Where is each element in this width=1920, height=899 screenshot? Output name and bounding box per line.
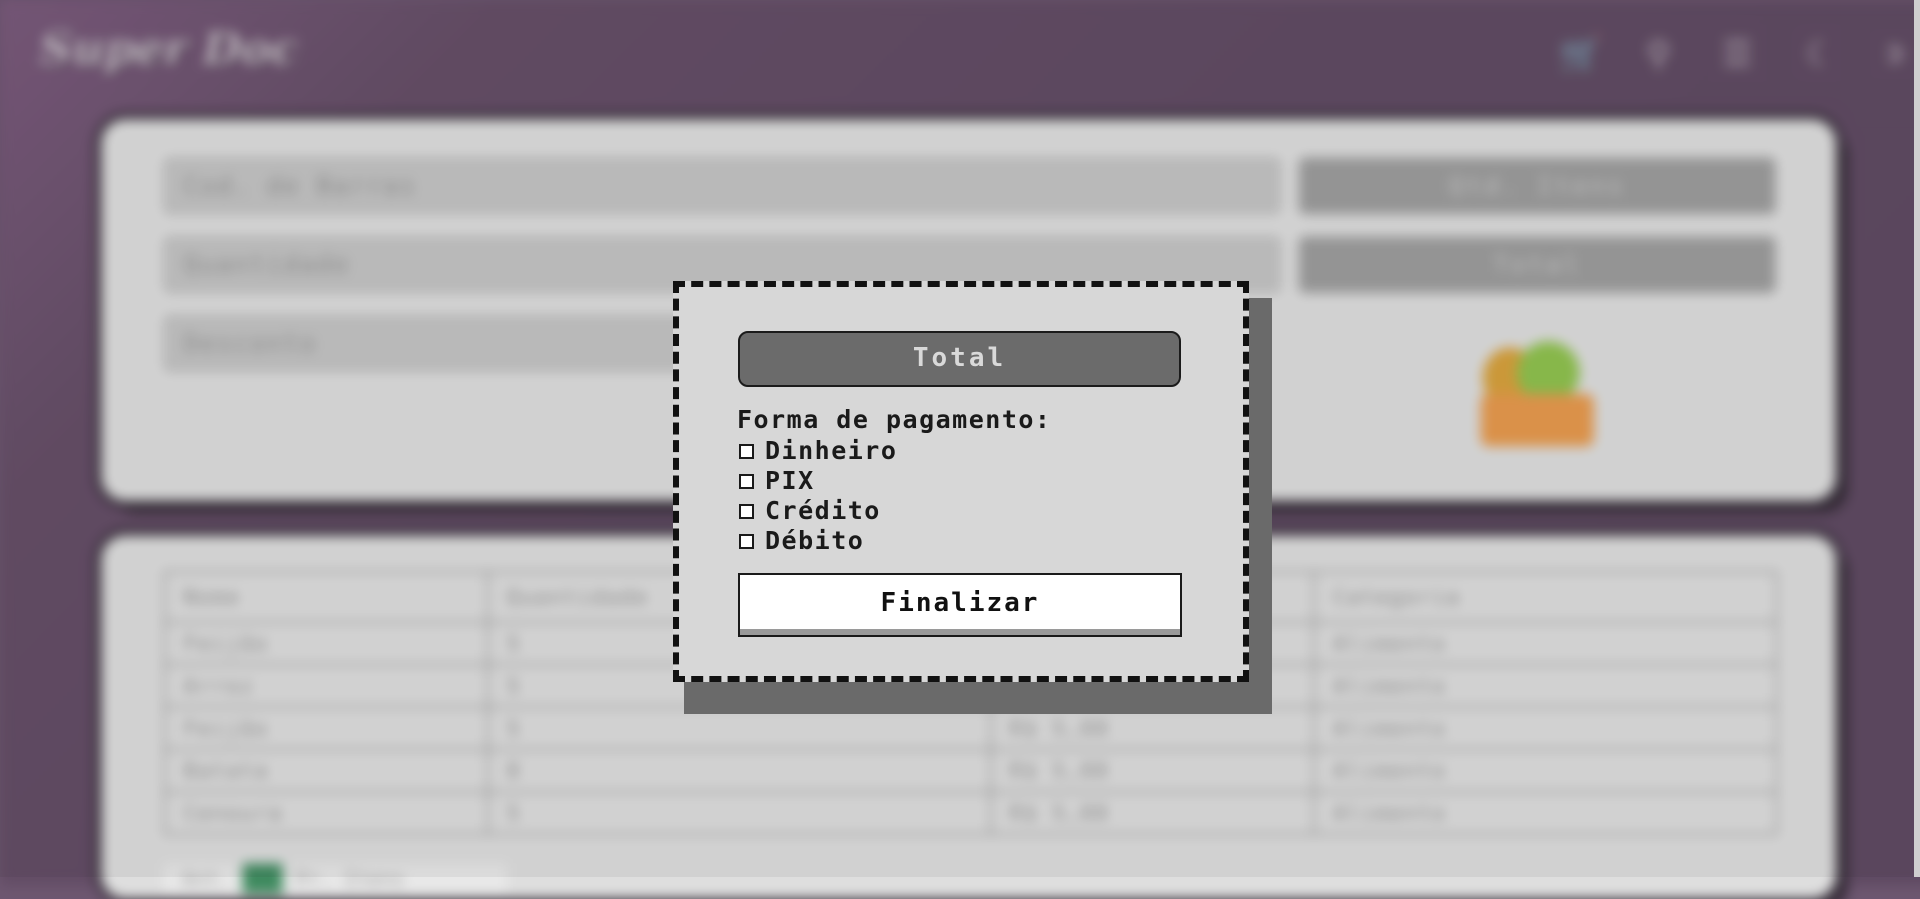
payment-method-heading: Forma de pagamento: — [737, 405, 1052, 434]
modal-total-display: Total — [738, 331, 1181, 387]
payment-option-debito[interactable]: Débito — [739, 525, 897, 555]
checkbox[interactable] — [739, 473, 754, 489]
payment-options: Dinheiro PIX Crédito Débito — [739, 435, 897, 555]
payment-option-label: Dinheiro — [765, 435, 898, 465]
page-scrollbar[interactable] — [1914, 0, 1920, 877]
payment-option-label: Débito — [765, 525, 865, 555]
payment-option-pix[interactable]: PIX — [739, 465, 897, 495]
finalize-button[interactable]: Finalizar — [738, 573, 1182, 637]
payment-modal: Total Forma de pagamento: Dinheiro PIX C… — [673, 281, 1249, 682]
payment-option-dinheiro[interactable]: Dinheiro — [739, 435, 897, 465]
checkbox[interactable] — [739, 443, 754, 459]
payment-option-credito[interactable]: Crédito — [739, 495, 897, 525]
payment-option-label: PIX — [765, 465, 815, 495]
checkbox[interactable] — [739, 533, 754, 549]
checkbox[interactable] — [739, 503, 754, 519]
payment-option-label: Crédito — [765, 495, 881, 525]
